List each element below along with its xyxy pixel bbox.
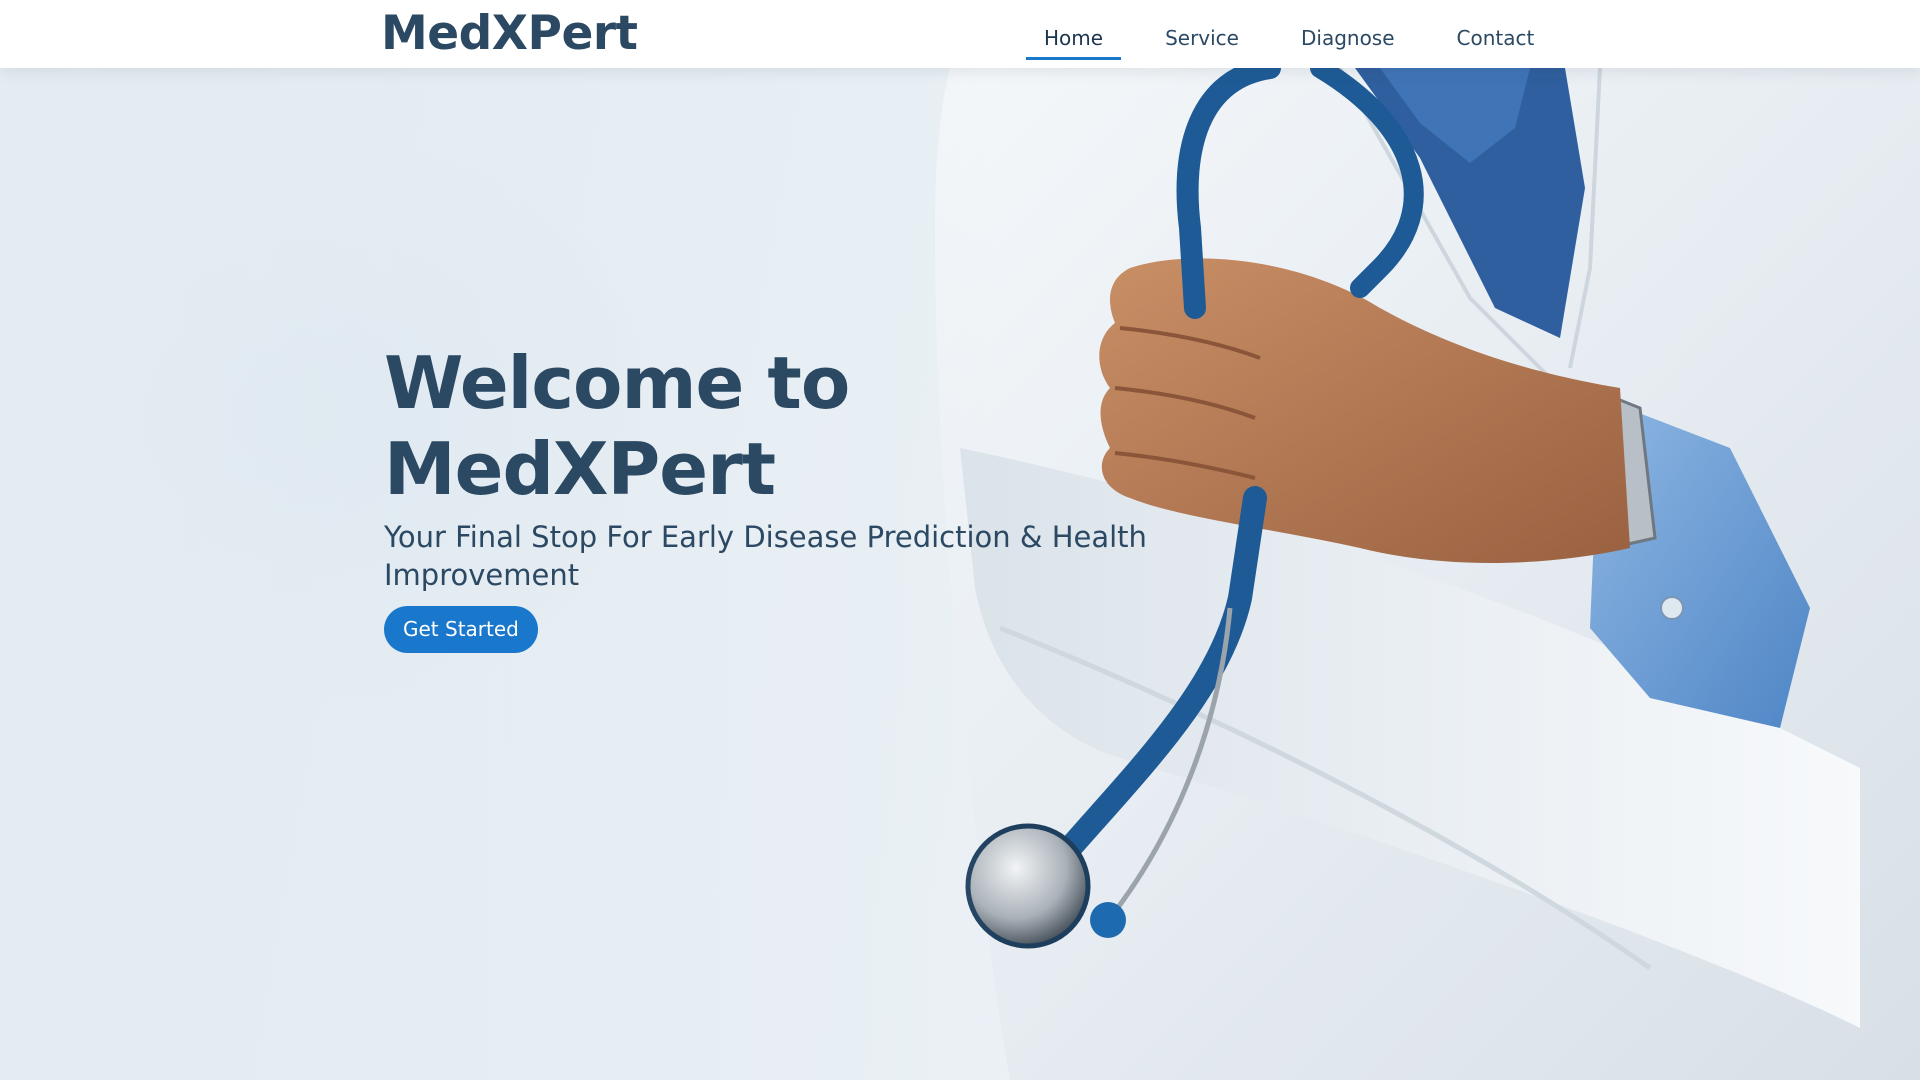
get-started-button[interactable]: Get Started xyxy=(384,606,538,653)
nav-item-contact[interactable]: Contact xyxy=(1439,0,1553,60)
hero-subtitle: Your Final Stop For Early Disease Predic… xyxy=(384,520,1147,592)
nav-item-service[interactable]: Service xyxy=(1147,0,1257,60)
nav-item-diagnose[interactable]: Diagnose xyxy=(1283,0,1413,60)
landing-page: MedXPert Home Service Diagnose Contact W… xyxy=(0,0,1920,1080)
main-nav: Home Service Diagnose Contact xyxy=(1000,0,1552,68)
site-header: MedXPert Home Service Diagnose Contact xyxy=(0,0,1920,68)
site-logo[interactable]: MedXPert xyxy=(381,6,638,62)
hero-title: Welcome to MedXPert xyxy=(384,341,850,511)
hero-content: Welcome to MedXPert Your Final Stop For … xyxy=(384,340,1264,653)
nav-item-home[interactable]: Home xyxy=(1026,0,1122,60)
